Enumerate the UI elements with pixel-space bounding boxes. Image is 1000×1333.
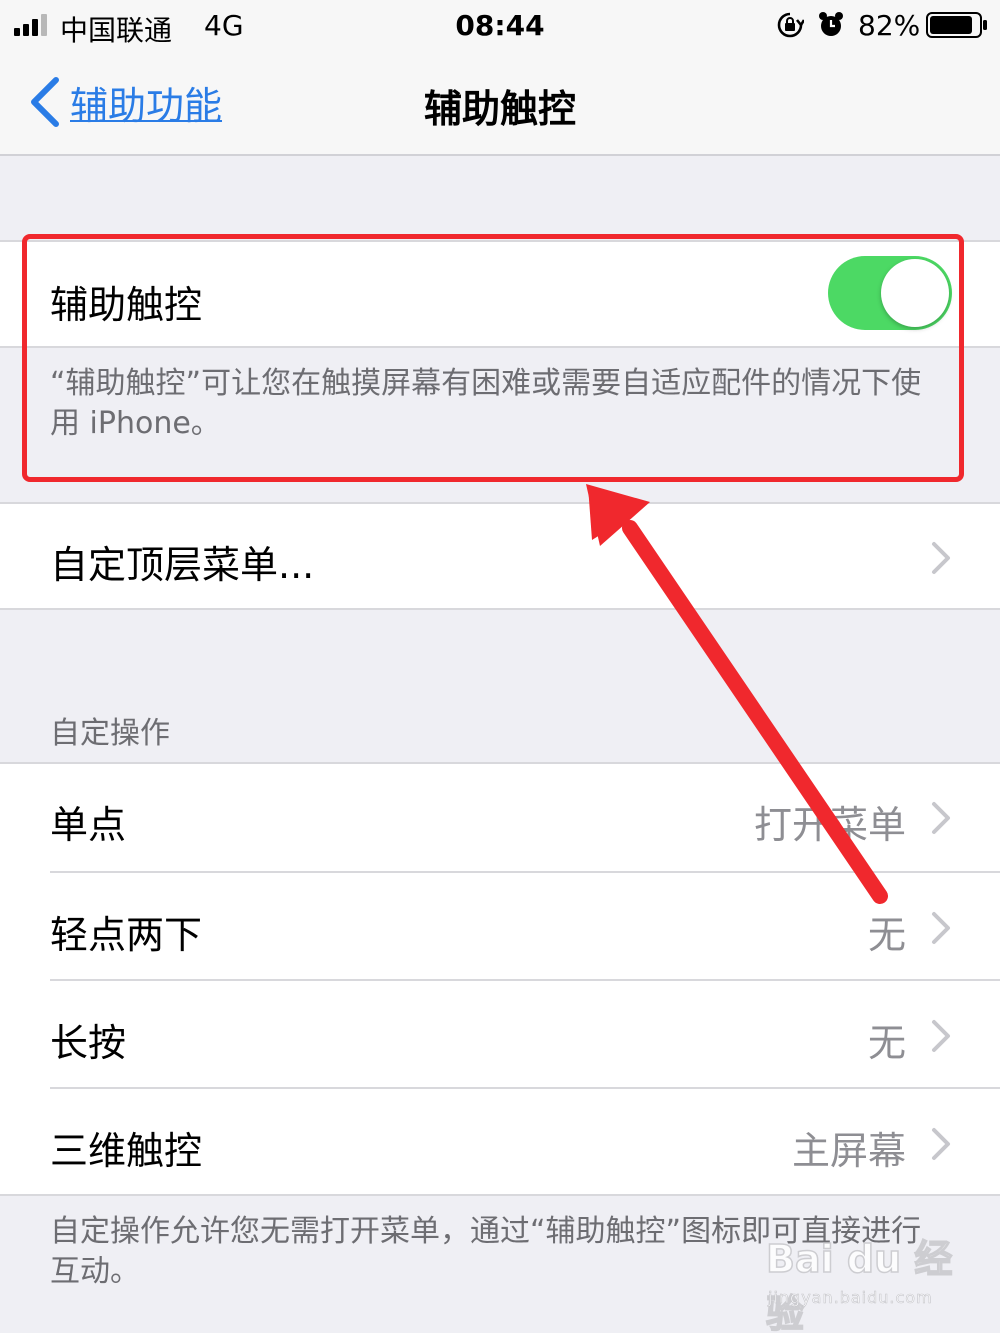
assistive-touch-description: “辅助触控”可让您在触摸屏幕有困难或需要自适应配件的情况下使用 iPhone。 [50, 366, 922, 441]
chevron-right-icon [932, 542, 950, 574]
baidu-watermark: Bai du 经验 jingyan.baidu.com [765, 1228, 966, 1333]
list-item-value: 无 [867, 913, 906, 957]
watermark-logo: Bai du 经验 [765, 1236, 953, 1333]
customize-top-menu-label: 自定顶层菜单... [50, 543, 315, 587]
list-item-value: 打开菜单 [753, 803, 906, 847]
list-item-value: 无 [867, 1021, 906, 1065]
list-item-label: 轻点两下 [50, 913, 203, 957]
page-title: 辅助触控 [423, 87, 576, 131]
list-item-label: 长按 [50, 1021, 127, 1065]
list-item-single-tap[interactable]: 单点 打开菜单 [0, 764, 1000, 872]
chevron-right-icon [932, 802, 950, 834]
list-item-long-press[interactable]: 长按 无 [0, 980, 1000, 1088]
status-bar: 中国联通 4G 08:44 82% [0, 0, 1000, 52]
alarm-icon [819, 12, 843, 36]
rotation-lock-icon [777, 12, 804, 38]
battery-icon [926, 12, 987, 38]
list-item-double-tap[interactable]: 轻点两下 无 [0, 872, 1000, 980]
navigation-bar: 辅助功能 辅助触控 [0, 52, 1000, 156]
custom-actions-header: 自定操作 [50, 716, 170, 751]
list-item-value: 主屏幕 [791, 1129, 906, 1173]
chevron-right-icon [932, 1128, 950, 1160]
custom-actions-list: 单点 打开菜单 轻点两下 无 长按 无 三维触控 主屏幕 [0, 762, 1000, 1196]
watermark-url: jingyan.baidu.com [768, 1288, 933, 1308]
list-item-3d-touch[interactable]: 三维触控 主屏幕 [0, 1088, 1000, 1196]
status-time: 08:44 [455, 9, 545, 42]
list-item-label: 三维触控 [50, 1129, 203, 1173]
battery-percentage: 82% [858, 9, 921, 42]
chevron-right-icon [932, 912, 950, 944]
customize-top-menu-row[interactable]: 自定顶层菜单... [0, 502, 1000, 610]
list-item-label: 单点 [50, 803, 127, 847]
chevron-right-icon [932, 1020, 950, 1052]
assistive-touch-label: 辅助触控 [50, 283, 203, 327]
toggle-knob [881, 259, 949, 327]
divider [0, 346, 1000, 348]
assistive-touch-toggle[interactable] [828, 256, 952, 330]
